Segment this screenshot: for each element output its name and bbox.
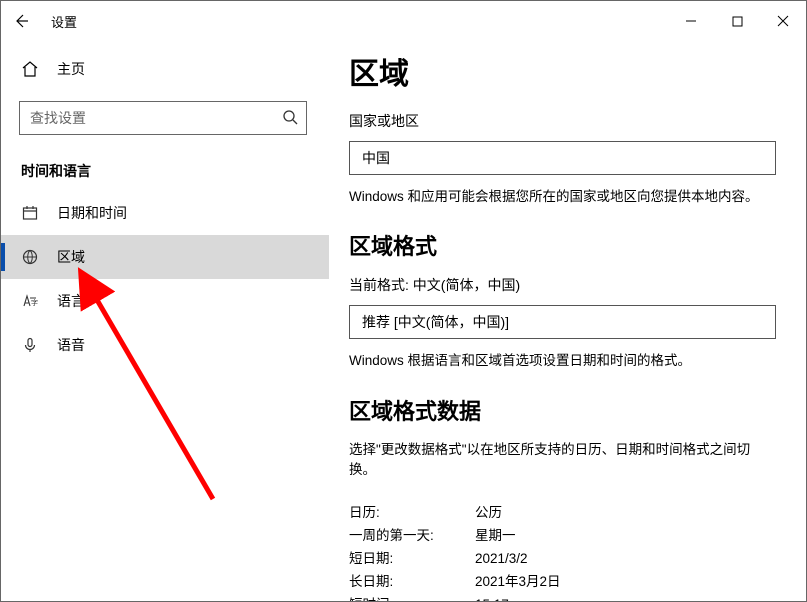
row-key: 日历: [349, 502, 475, 525]
sidebar-section-label: 时间和语言 [1, 143, 329, 191]
format-data-table: 日历:公历 一周的第一天:星期一 短日期:2021/3/2 长日期:2021年3… [349, 502, 776, 601]
language-icon: 字 [21, 293, 39, 309]
sidebar-item-language[interactable]: 字 语言 [1, 279, 329, 323]
format-value: 推荐 [中文(简体，中国)] [362, 312, 509, 332]
row-val: 15:17 [475, 594, 509, 601]
country-label: 国家或地区 [349, 111, 776, 131]
home-icon [21, 60, 39, 78]
sidebar-item-speech[interactable]: 语音 [1, 323, 329, 367]
window-controls [668, 5, 806, 37]
close-button[interactable] [760, 5, 806, 37]
back-button[interactable] [1, 1, 41, 41]
current-format-label: 当前格式: 中文(简体，中国) [349, 275, 776, 295]
close-icon [777, 15, 789, 27]
format-desc: Windows 根据语言和区域首选项设置日期和时间的格式。 [349, 351, 776, 371]
row-val: 星期一 [475, 525, 516, 548]
minimize-icon [685, 15, 697, 27]
microphone-icon [21, 337, 39, 353]
sidebar-item-region[interactable]: 区域 [1, 235, 329, 279]
sidebar-item-datetime[interactable]: 日期和时间 [1, 191, 329, 235]
search-wrapper: 查找设置 [1, 101, 329, 143]
table-row: 短时间:15:17 [349, 594, 776, 601]
row-key: 一周的第一天: [349, 525, 475, 548]
minimize-button[interactable] [668, 5, 714, 37]
data-desc: 选择"更改数据格式"以在地区所支持的日历、日期和时间格式之间切换。 [349, 440, 776, 481]
country-desc: Windows 和应用可能会根据您所在的国家或地区向您提供本地内容。 [349, 187, 776, 207]
window-title: 设置 [41, 12, 77, 31]
row-key: 短日期: [349, 548, 475, 571]
home-button[interactable]: 主页 [1, 59, 329, 101]
table-row: 短日期:2021/3/2 [349, 548, 776, 571]
maximize-icon [732, 16, 743, 27]
maximize-button[interactable] [714, 5, 760, 37]
search-placeholder: 查找设置 [30, 108, 86, 128]
search-icon [282, 109, 298, 128]
sidebar: 主页 查找设置 时间和语言 日期和时间 [1, 41, 329, 601]
table-row: 长日期:2021年3月2日 [349, 571, 776, 594]
format-section-title: 区域格式 [349, 229, 776, 261]
search-input[interactable]: 查找设置 [19, 101, 307, 135]
calendar-icon [21, 205, 39, 221]
svg-text:字: 字 [31, 298, 38, 307]
format-select[interactable]: 推荐 [中文(简体，中国)] [349, 305, 776, 339]
arrow-left-icon [13, 13, 29, 29]
row-val: 2021年3月2日 [475, 571, 561, 594]
main-content: 区域 国家或地区 中国 Windows 和应用可能会根据您所在的国家或地区向您提… [329, 41, 806, 601]
row-val: 2021/3/2 [475, 548, 528, 571]
data-section-title: 区域格式数据 [349, 394, 776, 426]
row-key: 短时间: [349, 594, 475, 601]
page-title: 区域 [349, 49, 776, 93]
sidebar-item-label: 日期和时间 [57, 203, 127, 223]
sidebar-item-label: 区域 [57, 247, 85, 267]
country-select[interactable]: 中国 [349, 141, 776, 175]
row-key: 长日期: [349, 571, 475, 594]
table-row: 日历:公历 [349, 502, 776, 525]
home-label: 主页 [57, 59, 85, 79]
titlebar: 设置 [1, 1, 806, 41]
globe-icon [21, 249, 39, 265]
row-val: 公历 [475, 502, 502, 525]
body: 主页 查找设置 时间和语言 日期和时间 [1, 41, 806, 601]
table-row: 一周的第一天:星期一 [349, 525, 776, 548]
country-value: 中国 [362, 148, 390, 168]
sidebar-item-label: 语音 [57, 335, 85, 355]
sidebar-item-label: 语言 [57, 291, 85, 311]
settings-window: 设置 主页 查找设置 [0, 0, 807, 602]
